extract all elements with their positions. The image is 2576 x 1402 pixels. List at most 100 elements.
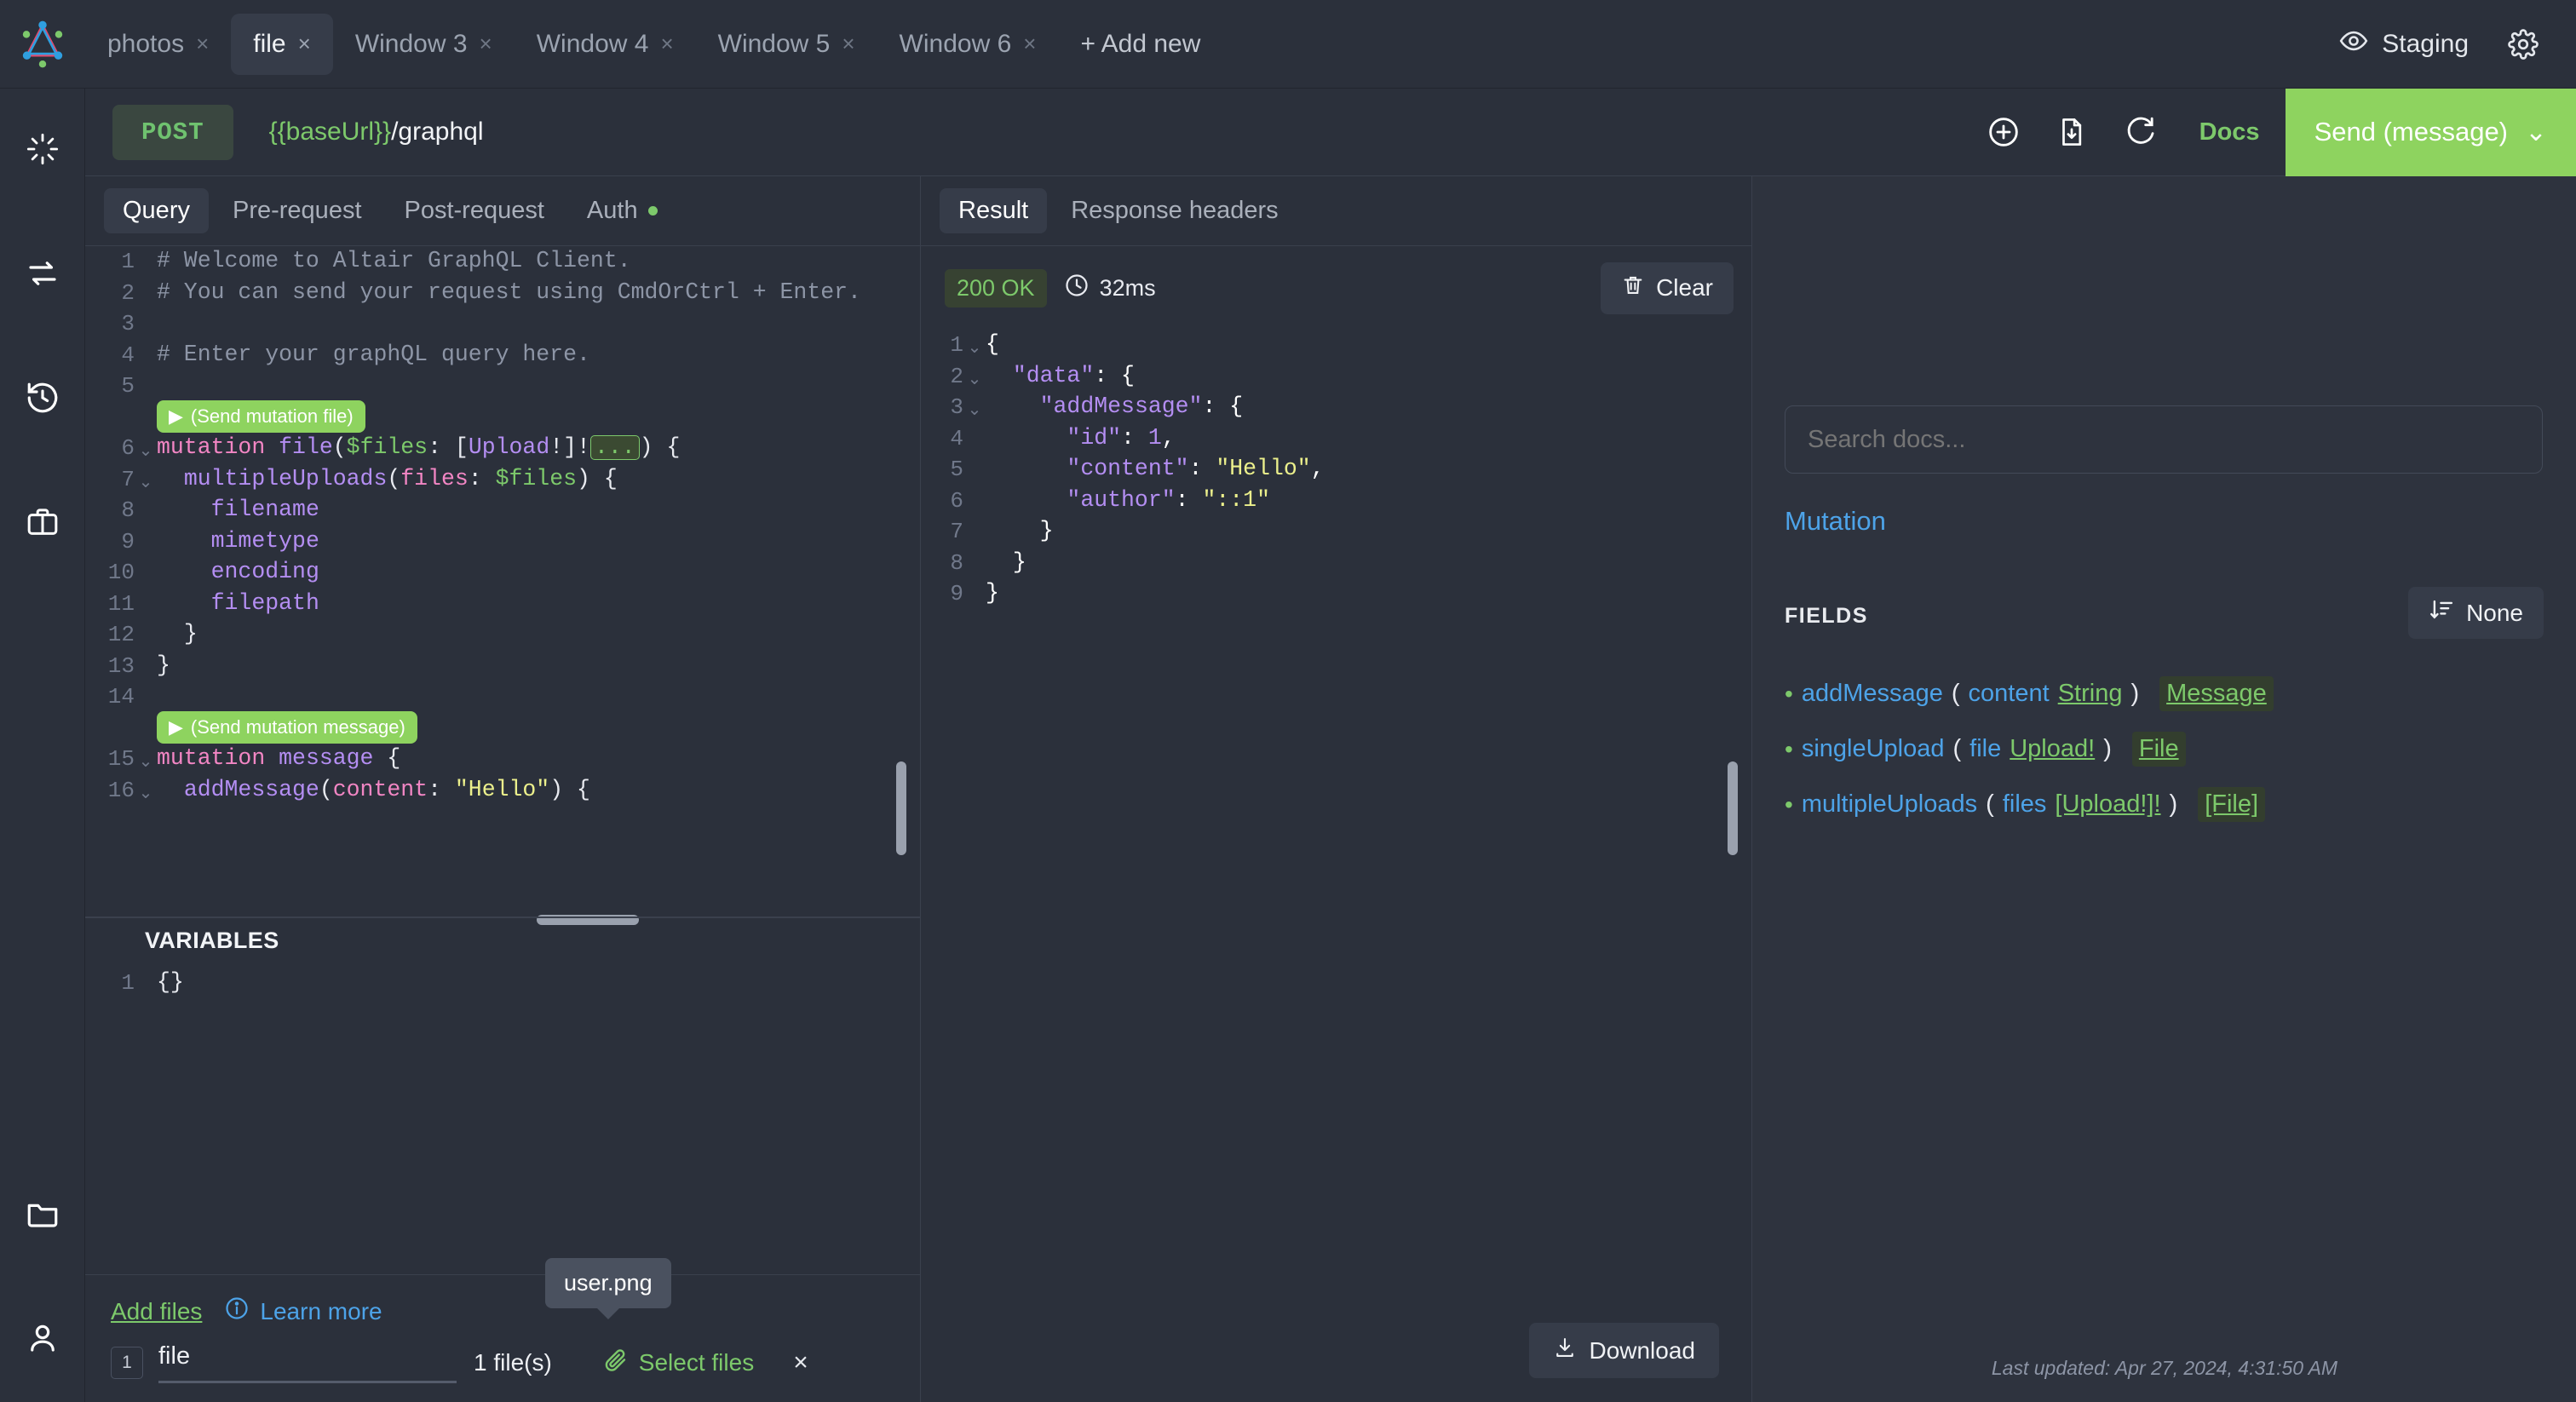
fold-gutter[interactable]: ⌄ — [135, 464, 157, 492]
remove-file-row-button[interactable]: × — [793, 1348, 808, 1377]
download-result-button[interactable]: Download — [1529, 1323, 1719, 1378]
fold-gutter[interactable] — [135, 371, 157, 377]
window-tab[interactable]: Window 6 × — [877, 14, 1059, 75]
paren-open: ( — [1952, 735, 1962, 762]
environment-selector[interactable]: Staging — [2339, 26, 2469, 62]
sidebar-item-history[interactable] — [0, 337, 85, 462]
run-operation-label: (Send mutation file) — [190, 405, 354, 427]
line-number: 9 — [950, 581, 963, 606]
docs-field-arg-type[interactable]: String — [2058, 680, 2123, 708]
file-download-icon[interactable] — [2038, 89, 2106, 176]
line-number: 5 — [950, 457, 963, 482]
result-body[interactable]: 1 ⌄{2 ⌄ "data": {3 ⌄ "addMessage": {4 "id":… — [921, 330, 1752, 1267]
window-tab[interactable]: file × — [231, 13, 333, 75]
window-tab[interactable]: Window 3 × — [333, 14, 515, 75]
send-request-button[interactable]: Send (message) ⌄ — [2285, 88, 2576, 176]
fold-gutter[interactable] — [963, 454, 986, 461]
window-tab-close-icon[interactable]: × — [196, 31, 209, 57]
fold-gutter[interactable] — [135, 308, 157, 315]
chevron-down-icon[interactable]: ⌄ — [2525, 117, 2547, 147]
result-tab[interactable]: Result — [940, 188, 1048, 233]
sidebar-item-account[interactable] — [0, 1278, 85, 1402]
window-tab-close-icon[interactable]: × — [842, 31, 854, 57]
result-tab[interactable]: Response headers — [1052, 188, 1297, 233]
query-tab[interactable]: Auth — [568, 188, 676, 233]
http-method-selector[interactable]: POST — [112, 104, 233, 160]
docs-field-return-type[interactable]: File — [2131, 732, 2186, 767]
file-variable-name-input[interactable] — [158, 1342, 457, 1383]
docs-field-name[interactable]: singleUpload — [1802, 735, 1945, 763]
line-number: 10 — [107, 560, 135, 585]
docs-search-input[interactable] — [1785, 405, 2543, 474]
learn-more-link[interactable]: Learn more — [224, 1296, 382, 1327]
download-icon — [1553, 1336, 1577, 1365]
plus-circle-icon[interactable] — [1969, 89, 2038, 176]
fold-gutter[interactable]: ⌄ — [963, 361, 986, 389]
graphql-logo-icon — [0, 0, 85, 89]
fold-gutter[interactable] — [963, 423, 986, 430]
window-tab-close-icon[interactable]: × — [1023, 31, 1036, 57]
query-editor-vscrollbar[interactable] — [896, 761, 906, 855]
fold-gutter[interactable] — [963, 486, 986, 492]
docs-toggle-button[interactable]: Docs — [2174, 118, 2286, 147]
fold-gutter[interactable] — [963, 516, 986, 523]
docs-field-arg-name[interactable]: files — [2003, 790, 2047, 819]
query-editor[interactable]: 1 # Welcome to Altair GraphQL Client. 2 # Y… — [85, 246, 920, 932]
fold-gutter[interactable] — [135, 651, 157, 658]
fold-gutter[interactable]: ⌄ — [135, 744, 157, 772]
sidebar-item-collections[interactable] — [0, 462, 85, 586]
fold-gutter[interactable] — [963, 548, 986, 554]
fold-gutter[interactable]: ⌄ — [963, 392, 986, 420]
docs-field-arg-name[interactable]: content — [1969, 680, 2050, 708]
docs-root-type[interactable]: Mutation — [1785, 506, 1886, 537]
docs-field-return-type[interactable]: Message — [2159, 676, 2274, 711]
fold-gutter[interactable]: ⌄ — [135, 775, 157, 803]
fold-gutter[interactable]: ⌄ — [135, 433, 157, 461]
fold-gutter[interactable] — [135, 589, 157, 595]
sidebar-item-files[interactable] — [0, 1153, 85, 1278]
code-line: 13} — [85, 651, 920, 682]
docs-field-name[interactable]: addMessage — [1802, 680, 1943, 708]
window-tab-close-icon[interactable]: × — [660, 31, 673, 57]
docs-field-arg-name[interactable]: file — [1969, 735, 2001, 763]
result-vscrollbar[interactable] — [1728, 761, 1738, 855]
query-tab[interactable]: Query — [104, 188, 209, 233]
window-tab[interactable]: Window 4 × — [515, 14, 696, 75]
select-files-button[interactable]: Select files — [603, 1347, 754, 1379]
sidebar-item-environments[interactable] — [0, 213, 85, 337]
window-tab[interactable]: Window 5 × — [696, 14, 877, 75]
clear-result-button[interactable]: Clear — [1601, 261, 1734, 314]
docs-sort-button[interactable]: None — [2408, 587, 2544, 639]
window-tab-close-icon[interactable]: × — [298, 31, 311, 57]
docs-field-name[interactable]: multipleUploads — [1802, 790, 1977, 819]
fold-gutter[interactable] — [135, 495, 157, 502]
fold-gutter[interactable] — [135, 619, 157, 626]
sidebar-item-docs[interactable] — [0, 89, 85, 213]
fold-gutter[interactable] — [963, 578, 986, 585]
query-tab[interactable]: Pre-request — [214, 188, 381, 233]
query-tab[interactable]: Post-request — [386, 188, 563, 233]
docs-field-arg-type[interactable]: Upload! — [2010, 735, 2095, 763]
fold-gutter[interactable] — [135, 526, 157, 533]
window-tab[interactable]: photos × — [85, 14, 231, 75]
play-icon: ▶ — [169, 715, 183, 738]
fold-gutter[interactable] — [135, 278, 157, 284]
fold-gutter[interactable] — [135, 246, 157, 253]
refresh-icon[interactable] — [2106, 89, 2174, 176]
docs-field-arg-type[interactable]: [Upload!]! — [2055, 790, 2160, 819]
add-new-window-button[interactable]: + Add new — [1058, 14, 1222, 75]
fold-gutter[interactable] — [135, 340, 157, 347]
request-url[interactable]: {{baseUrl}}/graphql — [269, 118, 484, 147]
gear-icon[interactable] — [2508, 28, 2539, 60]
fold-gutter[interactable] — [135, 681, 157, 688]
variables-editor[interactable]: 1 {} — [85, 968, 920, 999]
add-files-button[interactable]: Add files — [111, 1298, 202, 1325]
run-operation-badge[interactable]: ▶ (Send mutation message) — [157, 710, 417, 744]
fold-gutter[interactable]: ⌄ — [963, 330, 986, 358]
docs-field-return-type[interactable]: [File] — [2198, 787, 2266, 822]
window-tab-close-icon[interactable]: × — [480, 31, 492, 57]
fold-gutter[interactable] — [135, 557, 157, 564]
briefcase-icon — [26, 505, 60, 543]
code-line: 7 } — [921, 516, 1752, 548]
run-operation-badge[interactable]: ▶ (Send mutation file) — [157, 399, 365, 433]
